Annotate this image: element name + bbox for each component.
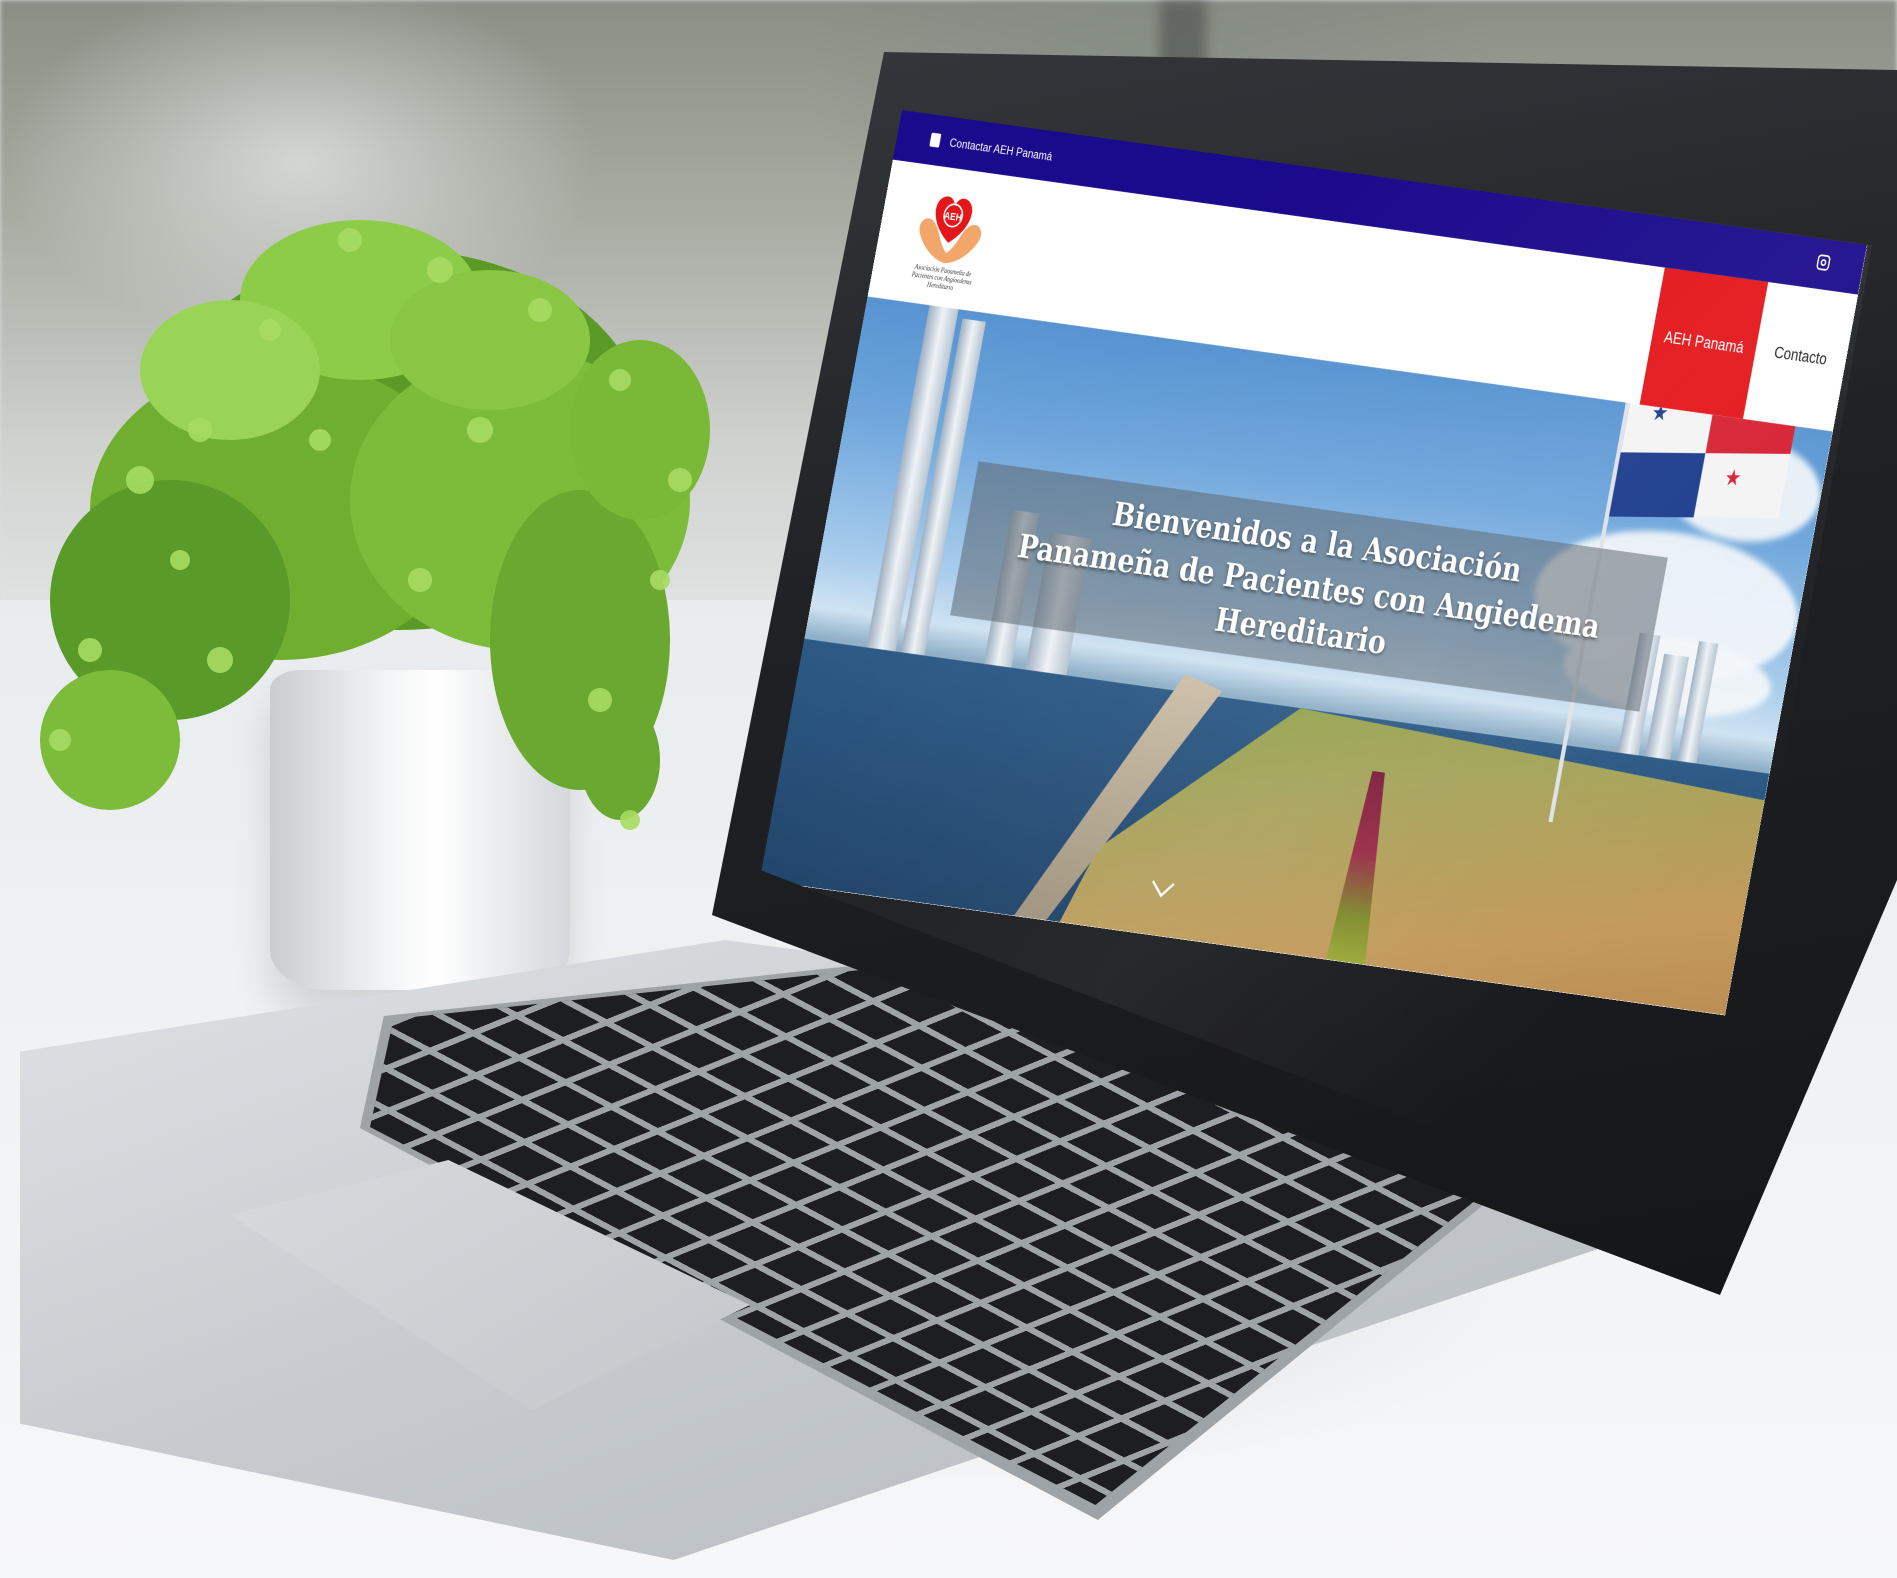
photo-backdrop: Contactar AEH Panamá ★ ★ Bienvenidos a l… [0, 0, 1897, 1578]
mobile-phone-icon [929, 132, 942, 148]
website: Contactar AEH Panamá ★ ★ Bienvenidos a l… [760, 110, 1868, 1015]
potted-plant [20, 180, 820, 990]
plant-foliage [40, 220, 710, 830]
aeh-logo[interactable]: AEH Asociación Panameña de Pacientes con… [898, 175, 1001, 298]
contact-link[interactable]: Contactar AEH Panamá [949, 135, 1054, 163]
instagram-icon[interactable] [1815, 253, 1832, 272]
heart-hands-logo-icon: AEH [919, 196, 982, 264]
logo-badge-text: AEH [943, 210, 963, 224]
